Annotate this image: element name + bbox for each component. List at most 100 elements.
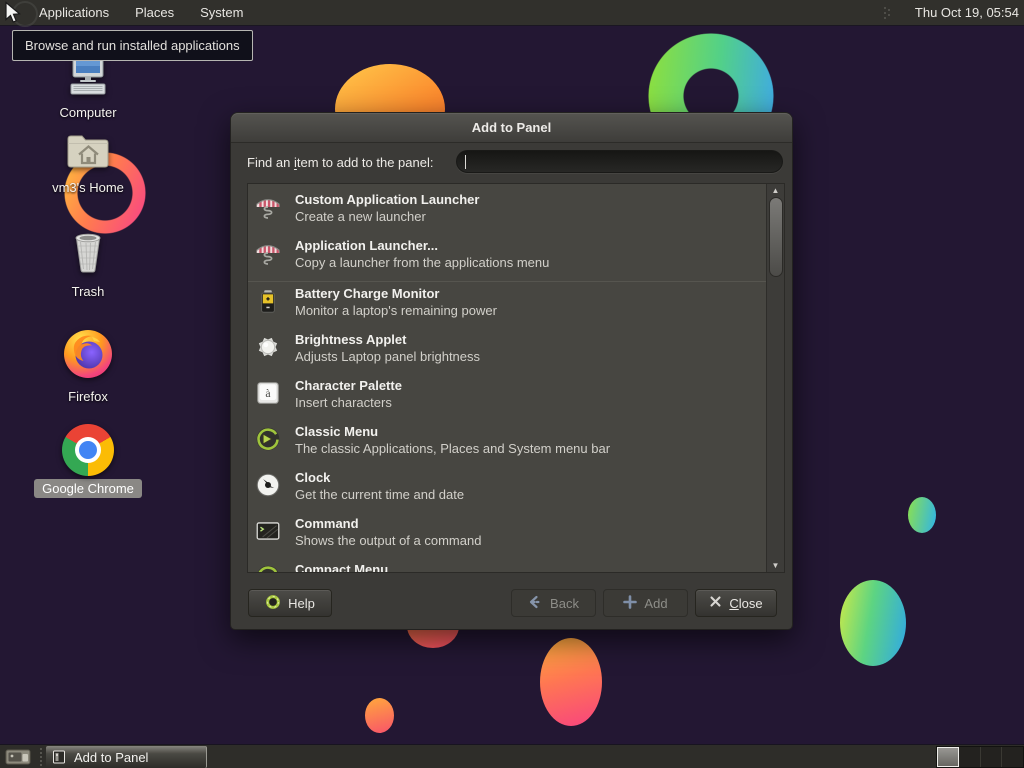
list-item-desc: Monitor a laptop's remaining power (295, 303, 497, 318)
list-item-desc: The classic Applications, Places and Sys… (295, 441, 611, 456)
desktop-root: Applications Places System Thu Oct 19, 0… (0, 0, 1024, 768)
list-item-brightness-applet[interactable]: Brightness Applet Adjusts Laptop panel b… (248, 331, 764, 375)
list-item-title: Battery Charge Monitor (295, 286, 440, 301)
applet-list: Custom Application Launcher Create a new… (247, 183, 785, 573)
command-icon (254, 517, 282, 545)
list-item-desc: Create a new launcher (295, 209, 426, 224)
list-item-title: Application Launcher... (295, 238, 439, 253)
classic-menu-icon (254, 425, 282, 453)
list-item-title: Brightness Applet (295, 332, 407, 347)
menu-applications[interactable]: Applications (33, 5, 115, 20)
desktop-icon-chrome[interactable]: Google Chrome (28, 424, 148, 498)
menu-bar: Applications Places System (33, 0, 249, 25)
close-button-label: Close (729, 595, 763, 611)
wallpaper-blob-orange-large (540, 638, 602, 726)
list-item-desc: Insert characters (295, 395, 392, 410)
list-item-title: Character Palette (295, 378, 402, 393)
close-button[interactable]: Close (695, 589, 777, 617)
help-button[interactable]: Help (248, 589, 332, 617)
desktop-icon-label: vm3's Home (52, 180, 124, 195)
desktop-icon-label: Firefox (68, 389, 108, 404)
back-button-label: Back (550, 595, 579, 611)
list-item-desc: Shows the output of a command (295, 533, 482, 548)
trash-icon (68, 228, 108, 281)
wallpaper-blob-teal-small (908, 497, 936, 533)
character-palette-icon: à (254, 379, 282, 407)
desktop-icon-home[interactable]: vm3's Home (28, 130, 148, 195)
clock-icon (254, 471, 282, 499)
scroll-up-icon[interactable]: ▲ (767, 184, 784, 197)
clock-applet[interactable]: Thu Oct 19, 05:54 (915, 0, 1019, 25)
wallpaper-blob-orange-small (365, 698, 394, 733)
battery-icon (254, 287, 282, 315)
chrome-icon (62, 424, 114, 476)
scrollbar-thumb[interactable] (769, 197, 783, 277)
add-button-label: Add (644, 595, 668, 611)
list-item-desc: Get the current time and date (295, 487, 465, 502)
list-item-desc: Copy a launcher from the applications me… (295, 255, 550, 270)
desktop-icon-computer[interactable]: Computer (28, 55, 148, 120)
desktop-icon-label: Google Chrome (34, 479, 142, 498)
panel-drag-handle[interactable] (38, 748, 42, 766)
add-to-panel-dialog: Add to Panel Find an item to add to the … (230, 112, 793, 630)
launcher-icon (254, 239, 282, 267)
menu-system[interactable]: System (194, 5, 249, 20)
find-label: Find an item to add to the panel: (247, 155, 434, 170)
wallpaper-blob-green-large (840, 580, 906, 666)
taskbar-window-button[interactable]: Add to Panel (46, 746, 207, 768)
brightness-icon (254, 333, 282, 361)
list-separator (248, 281, 768, 282)
desktop-icon-label: Trash (71, 284, 105, 299)
list-item-title: Classic Menu (295, 424, 379, 439)
list-item-character-palette[interactable]: à Character Palette Insert characters (248, 377, 764, 421)
help-icon (265, 594, 281, 613)
list-item-title: Custom Application Launcher (295, 192, 480, 207)
desktop-icon-firefox[interactable]: Firefox (28, 325, 148, 404)
menu-places[interactable]: Places (129, 5, 180, 20)
computer-icon (64, 55, 112, 102)
window-icon (52, 750, 66, 764)
list-item-command[interactable]: Command Shows the output of a command (248, 515, 764, 559)
list-item-application-launcher[interactable]: Application Launcher... Copy a launcher … (248, 237, 764, 281)
workspace-4[interactable] (1002, 747, 1023, 767)
list-item-clock[interactable]: Clock Get the current time and date (248, 469, 764, 513)
back-button[interactable]: Back (511, 589, 596, 617)
firefox-icon (61, 325, 115, 386)
workspace-3[interactable] (980, 747, 1003, 767)
search-input[interactable] (456, 150, 783, 173)
list-item-title: Compact Menu (295, 562, 389, 573)
scroll-down-icon[interactable]: ▼ (767, 559, 784, 572)
list-item-title: Clock (295, 470, 331, 485)
workspace-switcher (936, 746, 1024, 768)
desktop-icon-label: Computer (59, 105, 117, 120)
workspace-1[interactable] (937, 747, 959, 767)
desktop-icon-trash[interactable]: Trash (28, 228, 148, 299)
list-item-desc: Adjusts Laptop panel brightness (295, 349, 481, 364)
plus-icon (623, 594, 638, 612)
compact-menu-icon (254, 563, 282, 572)
launcher-icon (254, 193, 282, 221)
dialog-titlebar[interactable]: Add to Panel (231, 113, 792, 143)
scrollbar[interactable]: ▲ ▼ (766, 184, 784, 572)
list-item-compact-menu[interactable]: Compact Menu (248, 561, 764, 573)
add-button[interactable]: Add (603, 589, 688, 617)
list-item-title: Command (295, 516, 359, 531)
back-arrow-icon (528, 595, 543, 612)
workspace-2[interactable] (958, 747, 981, 767)
text-caret (465, 155, 466, 169)
search-input-field[interactable] (467, 153, 767, 170)
home-folder-icon (64, 130, 112, 177)
list-item-battery-charge-monitor[interactable]: Battery Charge Monitor Monitor a laptop'… (248, 285, 764, 329)
svg-text:à: à (265, 386, 271, 400)
dialog-title: Add to Panel (471, 120, 552, 135)
panel-grip-icon (883, 6, 891, 25)
list-item-custom-application-launcher[interactable]: Custom Application Launcher Create a new… (248, 191, 764, 235)
bottom-panel: Add to Panel (0, 744, 1024, 768)
taskbar-window-label: Add to Panel (74, 749, 149, 765)
show-desktop-icon[interactable] (5, 748, 31, 768)
list-item-classic-menu[interactable]: Classic Menu The classic Applications, P… (248, 423, 764, 467)
help-button-label: Help (288, 595, 315, 611)
close-icon (709, 595, 722, 611)
mouse-cursor (2, 1, 24, 30)
top-panel: Applications Places System Thu Oct 19, 0… (0, 0, 1024, 26)
